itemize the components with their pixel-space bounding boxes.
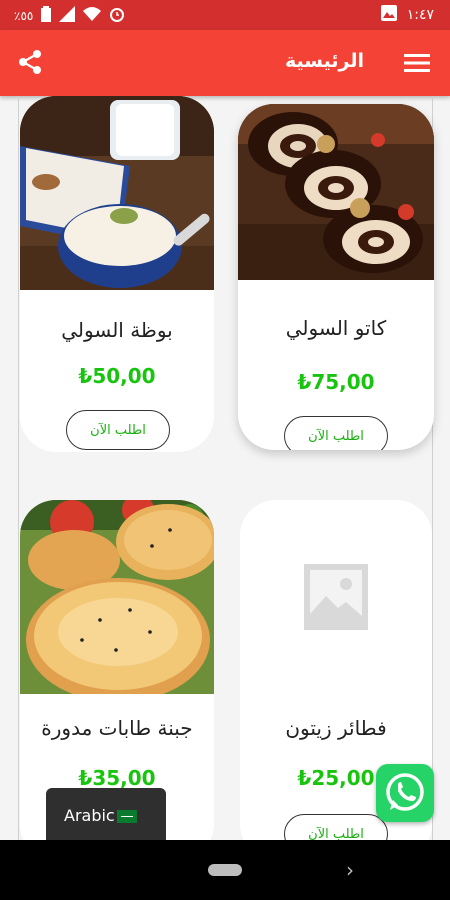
share-icon[interactable] <box>16 48 44 76</box>
product-name: جبنة طابات مدورة <box>41 716 193 740</box>
saudi-flag-icon <box>116 810 137 823</box>
language-switcher[interactable]: Arabic <box>46 788 166 842</box>
product-image <box>20 96 214 290</box>
system-navigation-bar: › <box>0 840 450 900</box>
signal-icon <box>59 6 76 25</box>
wifi-icon <box>83 7 102 24</box>
product-card[interactable]: بوظة السولي ₺50,00 اطلب الآن <box>20 96 214 452</box>
status-bar: ٪٥٥ ١:٤٧ <box>0 0 450 30</box>
product-name: كاتو السولي <box>285 316 387 340</box>
product-grid: كاتو السولي ₺75,00 اطلب الآن بوظة السولي… <box>0 96 450 840</box>
battery-icon <box>41 6 52 25</box>
product-image-placeholder <box>240 500 432 690</box>
alarm-icon <box>109 6 125 25</box>
product-name: فطائر زيتون <box>285 716 387 740</box>
image-placeholder-icon <box>302 562 370 636</box>
product-image <box>20 500 214 694</box>
order-now-button[interactable]: اطلب الآن <box>284 416 388 450</box>
home-pill-icon[interactable] <box>208 864 242 876</box>
product-card[interactable]: كاتو السولي ₺75,00 اطلب الآن <box>238 104 434 450</box>
battery-percent: ٪٥٥ <box>14 8 34 23</box>
product-price: ₺35,00 <box>78 766 156 790</box>
order-now-button[interactable]: اطلب الآن <box>66 410 170 450</box>
product-image <box>238 104 434 280</box>
whatsapp-button[interactable] <box>376 764 434 822</box>
page-title: الرئيسية <box>285 50 364 72</box>
gallery-notification-icon <box>380 5 397 25</box>
product-price: ₺50,00 <box>78 364 156 388</box>
clock: ١:٤٧ <box>406 7 434 23</box>
app-bar: الرئيسية <box>0 30 450 96</box>
product-price: ₺75,00 <box>297 370 375 394</box>
language-label: Arabic <box>64 806 115 825</box>
product-name: بوظة السولي <box>61 318 173 342</box>
back-chevron-icon[interactable]: › <box>346 858 354 882</box>
grid-divider <box>18 96 19 840</box>
hamburger-menu-icon[interactable] <box>404 52 430 74</box>
whatsapp-icon <box>386 773 424 811</box>
order-now-button[interactable]: اطلب الآن <box>284 814 388 840</box>
